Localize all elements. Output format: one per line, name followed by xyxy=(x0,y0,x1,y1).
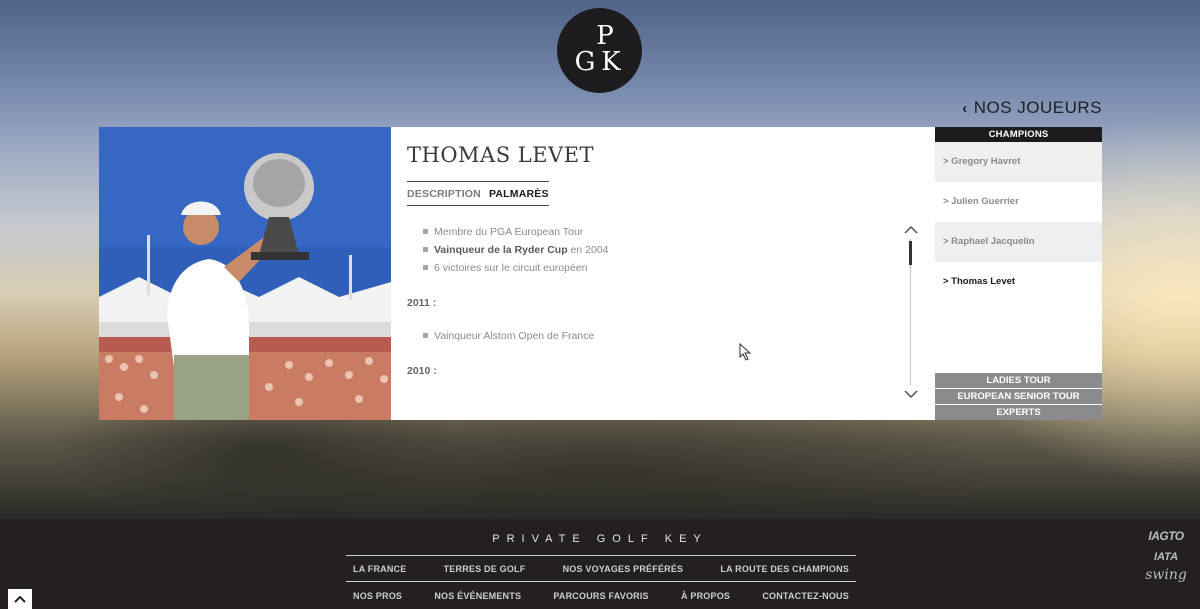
svg-text:K: K xyxy=(601,47,621,77)
players-sidebar: CHAMPIONS > Gregory Havret > Julien Guer… xyxy=(935,127,1102,420)
footer-link-la-france[interactable]: LA FRANCE xyxy=(353,564,406,574)
mouse-cursor-icon xyxy=(739,343,752,361)
tab-description[interactable]: DESCRIPTION xyxy=(407,188,481,200)
player-name: THOMAS LEVET xyxy=(407,143,595,167)
back-link-label: NOS JOUEURS xyxy=(973,98,1102,117)
footer-link-terres-de-golf[interactable]: TERRES DE GOLF xyxy=(444,564,526,574)
svg-text:G: G xyxy=(575,47,596,77)
sidebar-category-european-senior-tour[interactable]: EUROPEAN SENIOR TOUR xyxy=(935,389,1102,404)
iagto-logo: IAGTO xyxy=(1148,529,1184,543)
sidebar-item-raphael-jacquelin[interactable]: > Raphael Jacquelin xyxy=(935,222,1102,262)
iata-logo: IATA xyxy=(1153,551,1179,563)
footer-nav-secondary: NOS PROS NOS ÉVÉNEMENTS PARCOURS FAVORIS… xyxy=(346,582,856,609)
sidebar-item-gregory-havret[interactable]: > Gregory Havret xyxy=(935,142,1102,182)
scroll-up-arrow-icon[interactable] xyxy=(903,223,919,237)
tab-palmares[interactable]: PALMARÈS xyxy=(489,188,549,200)
footer-link-a-propos[interactable]: À PROPOS xyxy=(681,591,730,601)
chevron-up-icon xyxy=(14,595,26,603)
palmares-content[interactable]: Membre du PGA European Tour Vainqueur de… xyxy=(407,223,897,403)
footer-link-route-des-champions[interactable]: LA ROUTE DES CHAMPIONS xyxy=(720,564,849,574)
swing-logo: swing xyxy=(1145,567,1187,583)
footer-brand: PRIVATE GOLF KEY xyxy=(492,533,708,545)
list-item: Vainqueur Alstom Open de France xyxy=(423,327,897,345)
player-card: THOMAS LEVET DESCRIPTION PALMARÈS Membre… xyxy=(99,127,935,420)
list-item: Membre du PGA European Tour xyxy=(423,223,897,241)
footer-link-nos-pros[interactable]: NOS PROS xyxy=(353,591,402,601)
partner-logos: IAGTO IATA swing xyxy=(1142,529,1190,583)
sidebar-category-ladies-tour[interactable]: LADIES TOUR xyxy=(935,373,1102,388)
footer-nav-primary: LA FRANCE TERRES DE GOLF NOS VOYAGES PRÉ… xyxy=(346,555,856,582)
back-to-players-link[interactable]: ‹ NOS JOUEURS xyxy=(962,98,1102,118)
chevron-left-icon: ‹ xyxy=(962,99,968,117)
player-details: THOMAS LEVET DESCRIPTION PALMARÈS Membre… xyxy=(391,127,935,420)
sidebar-header-champions[interactable]: CHAMPIONS xyxy=(935,127,1102,142)
gpk-logo[interactable]: P G K xyxy=(557,8,642,93)
year-2011-list: Vainqueur Alstom Open de France xyxy=(423,327,897,345)
footer-link-parcours-favoris[interactable]: PARCOURS FAVORIS xyxy=(553,591,648,601)
sidebar-item-julien-guerrier[interactable]: > Julien Guerrier xyxy=(935,182,1102,222)
sidebar-category-experts[interactable]: EXPERTS xyxy=(935,405,1102,420)
footer-link-contactez-nous[interactable]: CONTACTEZ-NOUS xyxy=(762,591,849,601)
list-item: Vainqueur de la Ryder Cup en 2004 xyxy=(423,241,897,259)
scroll-down-arrow-icon[interactable] xyxy=(903,387,919,401)
footer: PRIVATE GOLF KEY LA FRANCE TERRES DE GOL… xyxy=(0,519,1200,609)
footer-link-nos-voyages[interactable]: NOS VOYAGES PRÉFÉRÉS xyxy=(563,564,684,574)
player-photo xyxy=(99,127,391,420)
player-tabs: DESCRIPTION PALMARÈS xyxy=(407,181,549,206)
footer-link-nos-evenements[interactable]: NOS ÉVÉNEMENTS xyxy=(434,591,521,601)
scroll-to-top-button[interactable] xyxy=(8,589,32,609)
highlights-list: Membre du PGA European Tour Vainqueur de… xyxy=(423,223,897,277)
scrollbar-thumb[interactable] xyxy=(909,241,912,265)
sidebar-item-thomas-levet[interactable]: > Thomas Levet xyxy=(935,262,1102,302)
year-heading: 2010 : xyxy=(407,365,437,377)
list-item: 6 victoires sur le circuit européen xyxy=(423,259,897,277)
year-heading: 2011 : xyxy=(407,297,437,309)
logo-monogram-icon: P G K xyxy=(575,21,622,77)
